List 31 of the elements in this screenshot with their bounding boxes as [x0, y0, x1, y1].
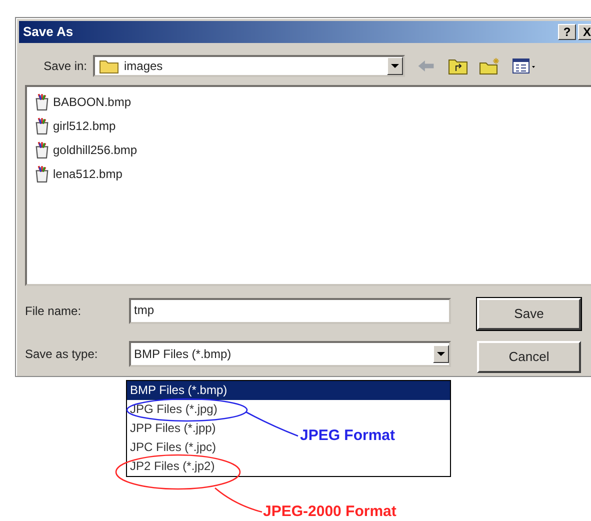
save-in-dropdown[interactable]: images: [93, 54, 405, 77]
file-type-option[interactable]: JP2 Files (*.jp2): [127, 457, 217, 476]
leader-line: [214, 488, 262, 513]
save-button[interactable]: Save: [477, 298, 581, 330]
paint-bucket-icon: [33, 116, 51, 136]
paint-bucket-icon: [33, 140, 51, 160]
save-as-type-label: Save as type:: [25, 346, 99, 361]
paint-bucket-icon: [33, 164, 51, 184]
leader-line: [246, 411, 298, 437]
file-name[interactable]: girl512.bmp: [53, 118, 116, 133]
file-name-field[interactable]: tmp: [129, 298, 451, 324]
annotation-label: JPEG-2000 Format: [263, 503, 396, 520]
folder-icon: [99, 58, 119, 74]
file-name-label: File name:: [25, 304, 82, 318]
file-type-option[interactable]: JPP Files (*.jpp): [127, 419, 218, 438]
close-button[interactable]: X: [578, 24, 591, 40]
up-folder-icon[interactable]: [447, 56, 469, 75]
help-button[interactable]: ?: [558, 24, 576, 40]
save-in-label: Save in:: [42, 58, 87, 73]
annotation-label: JPEG Format: [300, 427, 396, 444]
save-as-type-dropdown[interactable]: BMP Files (*.bmp): [129, 340, 451, 367]
file-type-option[interactable]: JPC Files (*.jpc): [127, 438, 218, 457]
window-title: Save As: [23, 24, 74, 40]
paint-bucket-icon: [33, 92, 51, 112]
file-type-option[interactable]: JPG Files (*.jpg): [127, 400, 220, 419]
file-name[interactable]: goldhill256.bmp: [53, 142, 138, 157]
file-type-option[interactable]: BMP Files (*.bmp): [127, 381, 450, 400]
new-folder-icon[interactable]: [479, 56, 501, 75]
cancel-button[interactable]: Cancel: [477, 340, 581, 373]
file-name[interactable]: BABOON.bmp: [53, 94, 132, 109]
file-name[interactable]: lena512.bmp: [53, 166, 122, 181]
